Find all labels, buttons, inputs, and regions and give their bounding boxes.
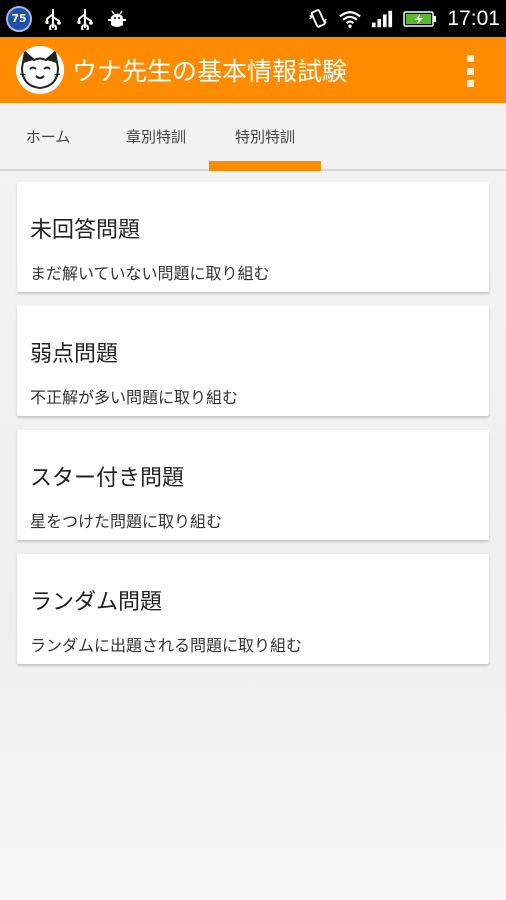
usb-icon [42,7,64,31]
battery-level-badge: 75 [6,5,32,32]
tab-bar: ホーム 章別特訓 特別特訓 [0,103,506,171]
card-title: 未回答問題 [30,218,141,243]
tab-home[interactable]: ホーム [0,103,96,169]
card-title: 弱点問題 [30,342,119,367]
card-list: 未回答問題 まだ解いていない問題に取り組む 弱点問題 不正解が多い問題に取り組む… [17,182,489,678]
selected-tab-indicator [209,161,321,171]
card-description: ランダムに出題される問題に取り組む [30,636,303,655]
usb-icon [74,7,96,31]
card-starred-questions[interactable]: スター付き問題 星をつけた問題に取り組む [17,430,489,540]
card-title: ランダム問題 [30,590,163,615]
card-description: まだ解いていない問題に取り組む [30,264,270,283]
status-bar-right: 17:01 [307,7,500,31]
status-bar: 75 17:01 [0,0,506,37]
overflow-menu-icon[interactable] [464,55,476,87]
status-bar-left: 75 [6,5,128,32]
cat-logo-icon[interactable] [16,46,64,94]
signal-icon [371,7,393,31]
card-random-questions[interactable]: ランダム問題 ランダムに出題される問題に取り組む [17,554,489,664]
card-unanswered-questions[interactable]: 未回答問題 まだ解いていない問題に取り組む [17,182,489,292]
card-description: 星をつけた問題に取り組む [30,512,223,531]
tab-chapter-training[interactable]: 章別特訓 [104,103,208,169]
app-title: ウナ先生の基本情報試験 [72,57,348,86]
card-weak-questions[interactable]: 弱点問題 不正解が多い問題に取り組む [17,306,489,416]
action-bar: ウナ先生の基本情報試験 [0,37,506,103]
wifi-icon [339,7,362,31]
battery-charging-icon [403,7,437,31]
card-title: スター付き問題 [30,466,185,491]
clock-time: 17:01 [447,6,500,30]
vibrate-icon [307,7,329,31]
card-description: 不正解が多い問題に取り組む [30,388,239,407]
android-debug-icon [106,7,128,31]
tab-special-training[interactable]: 特別特訓 [209,103,321,169]
